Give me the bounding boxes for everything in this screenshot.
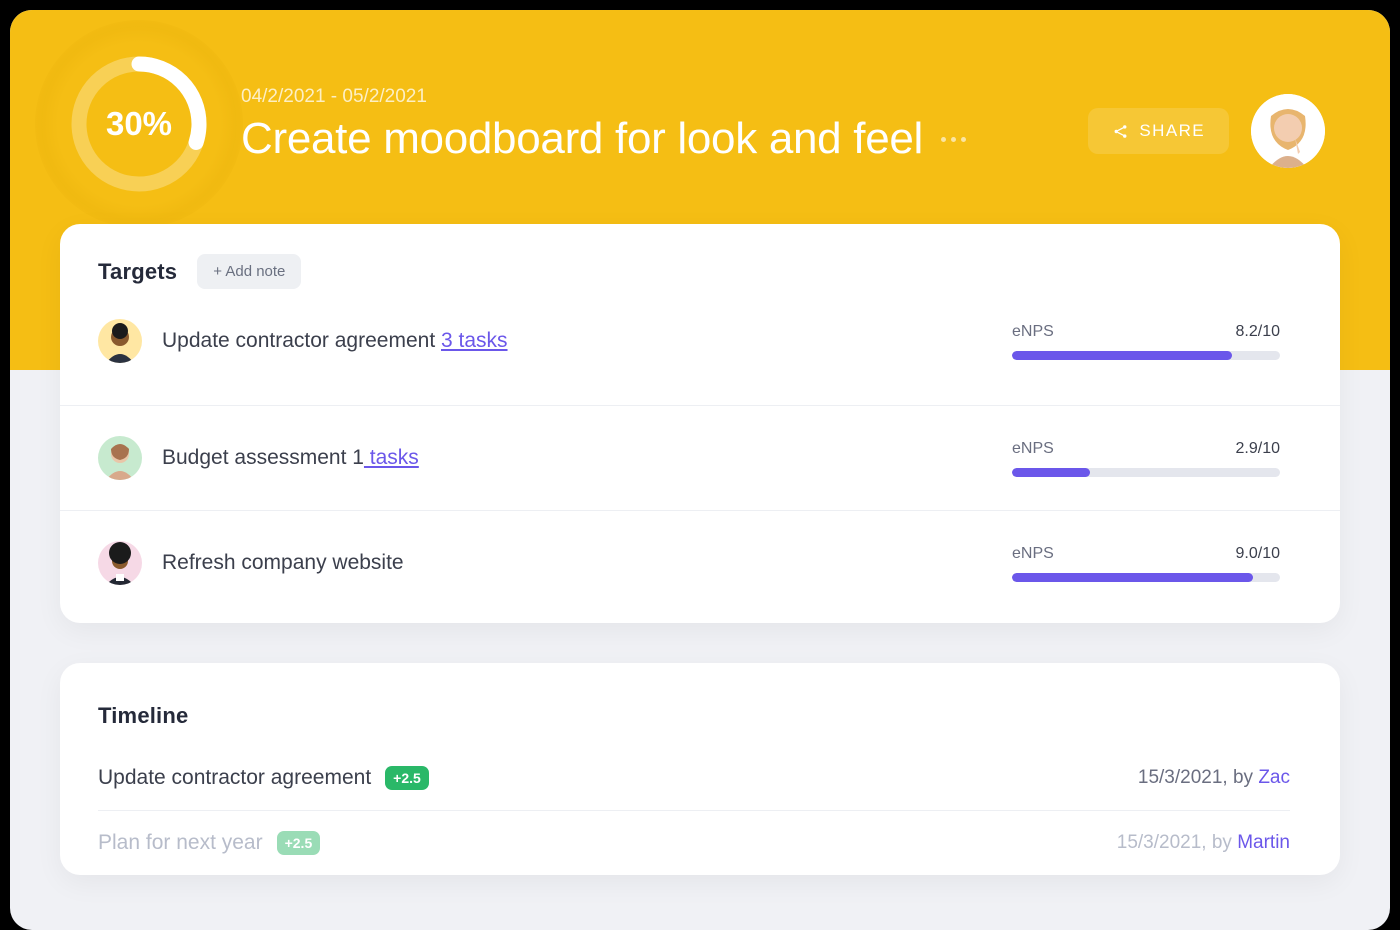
assignee-avatar bbox=[98, 319, 142, 363]
target-metric: eNPS 8.2/10 bbox=[1012, 323, 1280, 360]
metric-progress-fill bbox=[1012, 468, 1090, 477]
target-text: Update contractor agreement bbox=[162, 329, 441, 352]
metric-label: eNPS bbox=[1012, 545, 1054, 563]
timeline-date: 15/3/2021 bbox=[1138, 767, 1223, 788]
metric-value: 9.0/10 bbox=[1236, 545, 1280, 563]
title-row: Create moodboard for look and feel bbox=[241, 114, 1088, 164]
timeline-date: 15/3/2021 bbox=[1117, 832, 1202, 853]
targets-title: Targets bbox=[98, 259, 177, 285]
timeline-meta: 15/3/2021, by Zac bbox=[1138, 767, 1290, 789]
more-options-icon[interactable] bbox=[941, 137, 966, 142]
metric-progress-fill bbox=[1012, 351, 1232, 360]
target-tasks-link[interactable]: 3 tasks bbox=[441, 329, 508, 352]
assignee-avatar bbox=[98, 436, 142, 480]
metric-progress-bar bbox=[1012, 351, 1280, 360]
timeline-by-text: , by bbox=[1201, 832, 1237, 853]
delta-badge: +2.5 bbox=[385, 766, 429, 790]
app-frame: 30% 04/2/2021 - 05/2/2021 Create moodboa… bbox=[10, 10, 1390, 930]
metric-progress-bar bbox=[1012, 468, 1280, 477]
timeline-author[interactable]: Zac bbox=[1258, 767, 1290, 788]
avatar-image bbox=[98, 436, 142, 480]
metric-value: 2.9/10 bbox=[1236, 440, 1280, 458]
target-label: Refresh company website bbox=[162, 551, 1012, 575]
target-label: Update contractor agreement 3 tasks bbox=[162, 329, 1012, 353]
user-avatar[interactable] bbox=[1251, 94, 1325, 168]
target-label: Budget assessment 1 tasks bbox=[162, 446, 1012, 470]
timeline-item-text: Update contractor agreement bbox=[98, 766, 371, 790]
timeline-row[interactable]: Plan for next year +2.5 15/3/2021, by Ma… bbox=[98, 810, 1290, 875]
target-metric: eNPS 2.9/10 bbox=[1012, 440, 1280, 477]
timeline-header: Timeline bbox=[98, 703, 1290, 729]
avatar-image bbox=[98, 541, 142, 585]
metric-value: 8.2/10 bbox=[1236, 323, 1280, 341]
progress-percent-text: 30% bbox=[106, 105, 172, 143]
timeline-item-text: Plan for next year bbox=[98, 831, 263, 855]
date-range: 04/2/2021 - 05/2/2021 bbox=[241, 86, 1088, 108]
timeline-label: Plan for next year +2.5 bbox=[98, 831, 1117, 855]
assignee-avatar bbox=[98, 541, 142, 585]
timeline-by-text: , by bbox=[1222, 767, 1258, 788]
timeline-row[interactable]: Update contractor agreement +2.5 15/3/20… bbox=[98, 745, 1290, 810]
target-text: Budget assessment 1 bbox=[162, 446, 364, 469]
avatar-image bbox=[98, 319, 142, 363]
timeline-meta: 15/3/2021, by Martin bbox=[1117, 832, 1290, 854]
header: 30% 04/2/2021 - 05/2/2021 Create moodboa… bbox=[10, 10, 1390, 198]
targets-header: Targets + Add note bbox=[60, 224, 1340, 307]
target-tasks-link[interactable]: tasks bbox=[364, 446, 419, 469]
timeline-label: Update contractor agreement +2.5 bbox=[98, 766, 1138, 790]
progress-ring: 30% bbox=[65, 50, 213, 198]
add-note-button[interactable]: + Add note bbox=[197, 254, 301, 289]
timeline-author[interactable]: Martin bbox=[1237, 832, 1290, 853]
target-row[interactable]: Refresh company website eNPS 9.0/10 bbox=[60, 510, 1340, 623]
target-text: Refresh company website bbox=[162, 551, 404, 574]
metric-progress-bar bbox=[1012, 573, 1280, 582]
metric-label: eNPS bbox=[1012, 440, 1054, 458]
target-metric: eNPS 9.0/10 bbox=[1012, 545, 1280, 582]
header-actions: SHARE bbox=[1088, 50, 1325, 168]
share-icon bbox=[1112, 123, 1129, 140]
timeline-title: Timeline bbox=[98, 703, 1290, 729]
targets-card: Targets + Add note Update contractor agr… bbox=[60, 224, 1340, 623]
target-row[interactable]: Budget assessment 1 tasks eNPS 2.9/10 bbox=[60, 405, 1340, 510]
avatar-image bbox=[1251, 94, 1325, 168]
metric-label: eNPS bbox=[1012, 323, 1054, 341]
delta-badge: +2.5 bbox=[277, 831, 321, 855]
share-button-label: SHARE bbox=[1139, 121, 1205, 141]
share-button[interactable]: SHARE bbox=[1088, 108, 1229, 154]
title-block: 04/2/2021 - 05/2/2021 Create moodboard f… bbox=[241, 50, 1088, 164]
page-title: Create moodboard for look and feel bbox=[241, 114, 923, 164]
metric-progress-fill bbox=[1012, 573, 1253, 582]
timeline-card: Timeline Update contractor agreement +2.… bbox=[60, 663, 1340, 875]
target-row[interactable]: Update contractor agreement 3 tasks eNPS… bbox=[60, 307, 1340, 405]
